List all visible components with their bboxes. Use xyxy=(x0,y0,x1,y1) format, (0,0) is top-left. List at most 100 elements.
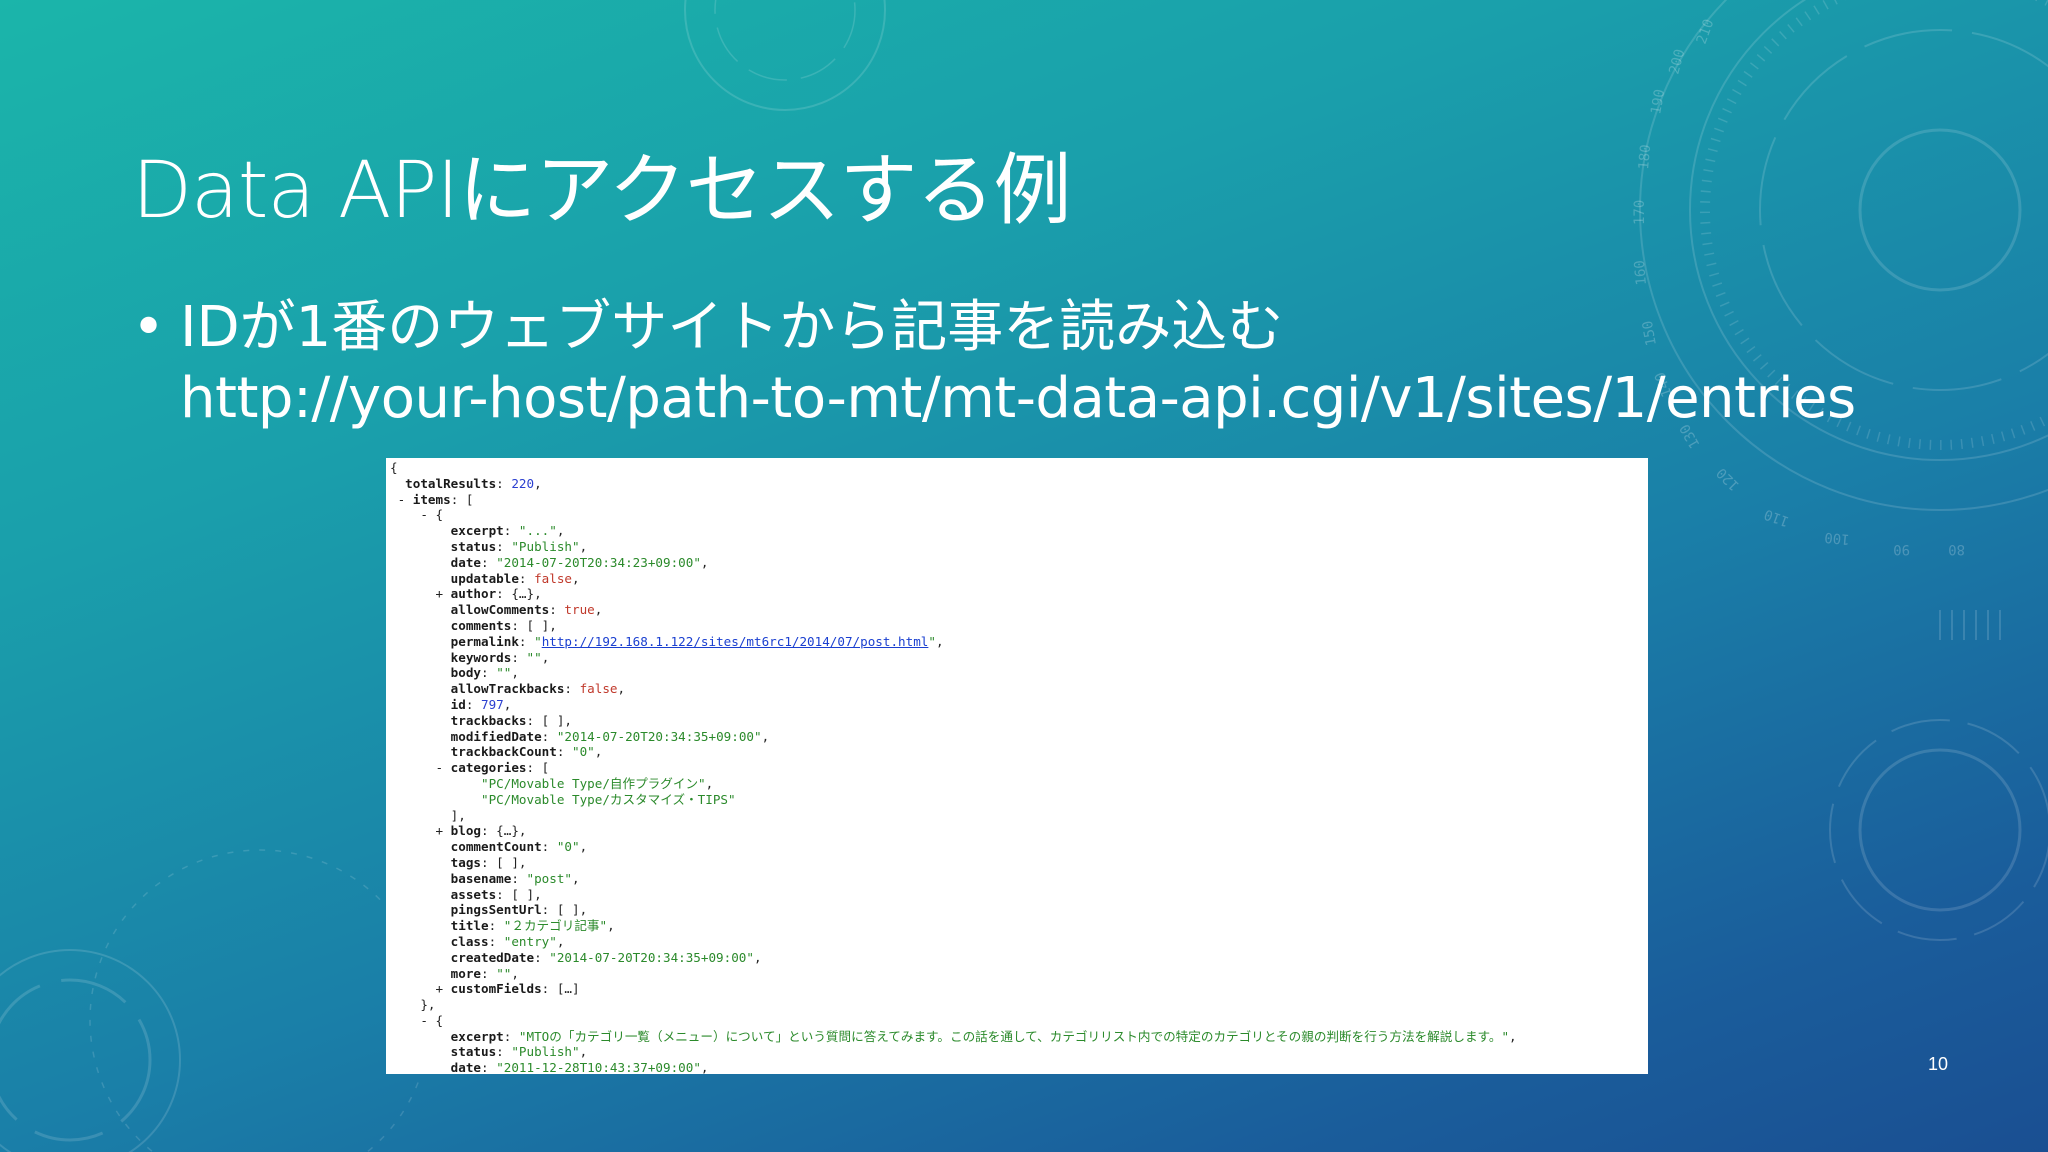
json-line: modifiedDate: "2014-07-20T20:34:35+09:00… xyxy=(390,729,1517,745)
json-punctuation: , xyxy=(1509,1028,1517,1044)
json-punctuation: : xyxy=(503,1028,519,1044)
json-punctuation: : [ ], xyxy=(526,712,573,728)
json-string: "post" xyxy=(526,870,573,886)
json-punctuation: - { xyxy=(420,507,444,523)
json-string: "" xyxy=(496,965,512,981)
json-punctuation: : xyxy=(481,965,497,981)
json-key: commentCount xyxy=(450,839,542,855)
json-key: categories xyxy=(450,760,527,776)
json-line: trackbacks: [ ], xyxy=(390,713,1517,729)
json-line: allowComments: true, xyxy=(390,602,1517,618)
json-punctuation: : xyxy=(488,918,504,934)
json-line: excerpt: "MTOの「カテゴリ一覧（メニュー）について」という質問に答え… xyxy=(390,1029,1517,1045)
json-link[interactable]: http://192.168.1.122/sites/mt6rc1/2014/0… xyxy=(542,634,929,649)
json-punctuation: ], xyxy=(450,807,466,823)
page-number: 10 xyxy=(1928,1054,1949,1074)
json-punctuation: { xyxy=(390,460,398,475)
json-key: title xyxy=(450,918,489,934)
json-punctuation: : […] xyxy=(541,981,580,997)
json-string: "PC/Movable Type/自作プラグイン" xyxy=(481,775,706,791)
json-line: more: "", xyxy=(390,966,1517,982)
json-punctuation: , xyxy=(511,965,519,981)
decor-vertical-lines xyxy=(1939,610,2001,640)
api-url: http://your-host/path-to-mt/mt-data-api.… xyxy=(180,366,1856,431)
json-line: status: "Publish", xyxy=(390,539,1517,555)
json-line: updatable: false, xyxy=(390,571,1517,587)
json-string: "2014-07-20T20:34:35+09:00" xyxy=(549,949,754,965)
decor-arc-left xyxy=(89,849,431,1152)
json-punctuation: : xyxy=(564,681,580,697)
json-punctuation: : xyxy=(541,839,557,855)
decor-circle-right xyxy=(1829,719,2048,941)
dial-label: 100 xyxy=(1824,529,1851,547)
json-key: createdDate xyxy=(450,949,535,965)
json-line: - { xyxy=(390,507,1517,523)
json-key: permalink xyxy=(450,633,519,649)
json-line: id: 797, xyxy=(390,697,1517,713)
json-boolean: false xyxy=(579,681,618,697)
json-punctuation: , xyxy=(534,475,542,491)
dial-label: 210 xyxy=(1694,17,1718,46)
json-key: comments xyxy=(450,617,512,633)
json-punctuation: , xyxy=(594,744,603,760)
json-string: "２カテゴリ記事" xyxy=(503,918,608,934)
json-string: " xyxy=(534,633,542,649)
dial-label: 90 xyxy=(1893,541,1910,557)
dial-label: 80 xyxy=(1948,541,1965,557)
dial-label: 110 xyxy=(1762,506,1791,530)
json-punctuation: }, xyxy=(420,997,436,1013)
json-string: "..." xyxy=(518,523,557,539)
json-punctuation: , xyxy=(594,602,603,618)
json-key: body xyxy=(450,665,482,681)
json-punctuation: : xyxy=(549,602,565,618)
json-punctuation: : xyxy=(518,633,535,649)
json-line: - items: [ xyxy=(390,492,1517,508)
json-string: "" xyxy=(526,649,542,665)
json-line: title: "２カテゴリ記事", xyxy=(390,918,1517,934)
json-punctuation: , xyxy=(700,554,709,570)
json-punctuation: - xyxy=(397,491,413,507)
json-punctuation: , xyxy=(761,728,770,744)
json-key: id xyxy=(450,696,466,712)
json-line: date: "2011-12-28T10:43:37+09:00", xyxy=(390,1060,1517,1074)
json-line: totalResults: 220, xyxy=(390,476,1517,492)
json-line: commentCount: "0", xyxy=(390,839,1517,855)
json-punctuation: , xyxy=(579,538,588,554)
json-string: "0" xyxy=(556,839,580,855)
decor-dial-inner xyxy=(1759,29,2048,391)
json-key: items xyxy=(412,491,451,507)
json-line: + author: {…}, xyxy=(390,586,1517,602)
json-punctuation: + xyxy=(435,981,451,997)
json-punctuation: : xyxy=(556,744,572,760)
json-punctuation: , xyxy=(700,1060,709,1074)
json-key: allowTrackbacks xyxy=(450,681,565,697)
json-punctuation: , xyxy=(556,523,565,539)
json-number: 797 xyxy=(481,696,504,712)
json-punctuation: , xyxy=(572,870,580,886)
json-punctuation: : xyxy=(496,538,512,554)
json-string: "PC/Movable Type/カスタマイズ・TIPS" xyxy=(481,791,736,807)
json-line: { xyxy=(390,460,1517,476)
json-punctuation: : xyxy=(496,475,512,491)
json-key: blog xyxy=(450,823,482,839)
json-punctuation: - { xyxy=(420,1012,444,1028)
json-punctuation: : xyxy=(496,1044,512,1060)
json-key: tags xyxy=(450,854,482,870)
json-line: + customFields: […] xyxy=(390,981,1517,997)
json-line: status: "Publish", xyxy=(390,1044,1517,1060)
json-punctuation: : [ ], xyxy=(481,854,527,870)
json-key: date xyxy=(450,1060,482,1074)
